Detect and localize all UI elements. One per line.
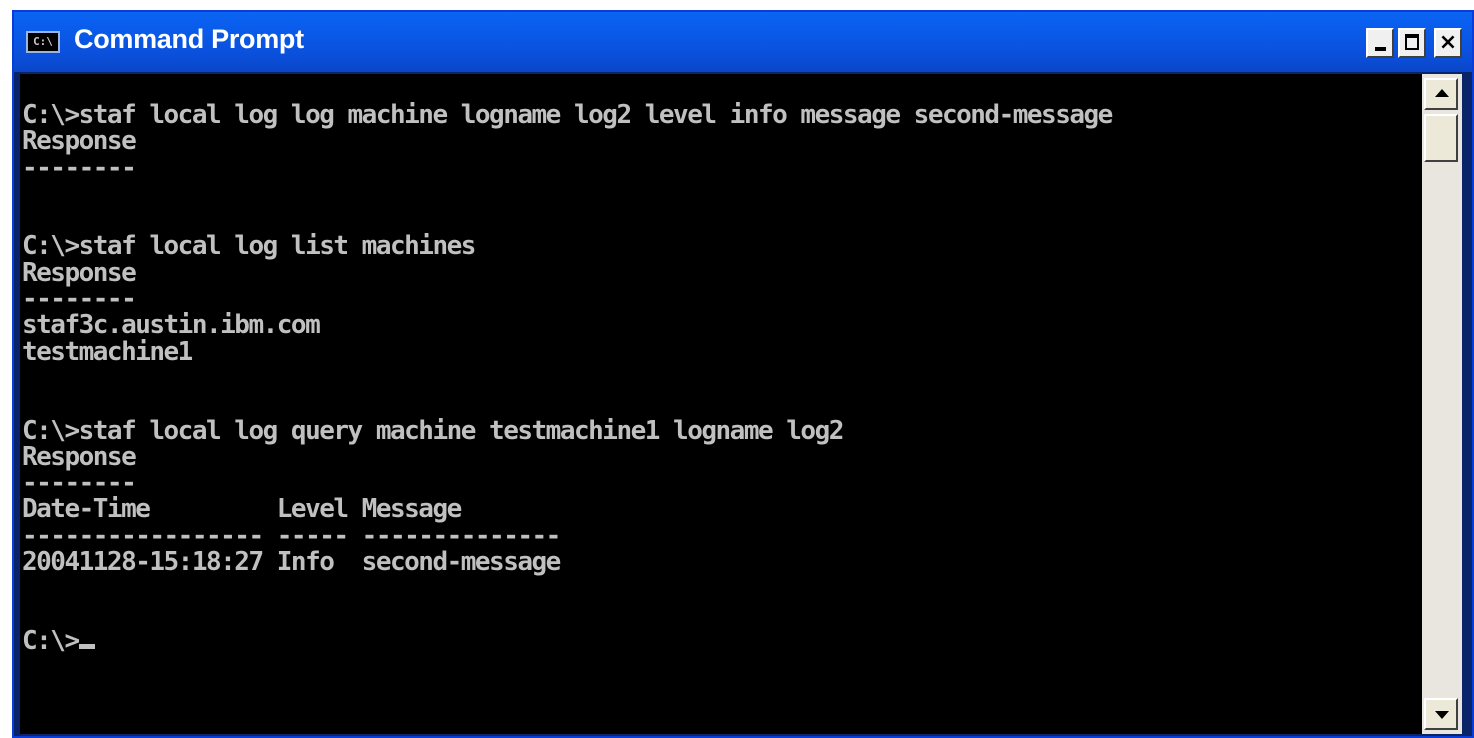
scroll-down-button[interactable]: [1424, 698, 1458, 730]
command-prompt-window: C:\ Command Prompt × C:\>staf local log …: [12, 10, 1474, 738]
down-arrow-icon: [1435, 711, 1449, 719]
text-cursor: [78, 643, 95, 649]
vertical-scrollbar[interactable]: [1422, 74, 1462, 734]
minimize-icon: [1375, 47, 1386, 51]
title-bar[interactable]: C:\ Command Prompt ×: [14, 12, 1472, 72]
console-app-icon[interactable]: C:\: [26, 31, 60, 53]
maximize-button[interactable]: [1398, 28, 1426, 58]
maximize-icon: [1405, 34, 1419, 50]
scroll-thumb[interactable]: [1424, 114, 1458, 162]
window-title: Command Prompt: [74, 24, 304, 54]
close-button[interactable]: ×: [1434, 28, 1462, 58]
console-text: C:\>staf local log log machine logname l…: [22, 100, 1113, 656]
minimize-button[interactable]: [1366, 28, 1394, 58]
scroll-up-button[interactable]: [1424, 78, 1458, 110]
close-icon: ×: [1438, 30, 1458, 55]
up-arrow-icon: [1435, 89, 1449, 97]
command-prompt: C:\>: [22, 625, 80, 656]
console-output[interactable]: C:\>staf local log log machine logname l…: [20, 74, 1422, 734]
